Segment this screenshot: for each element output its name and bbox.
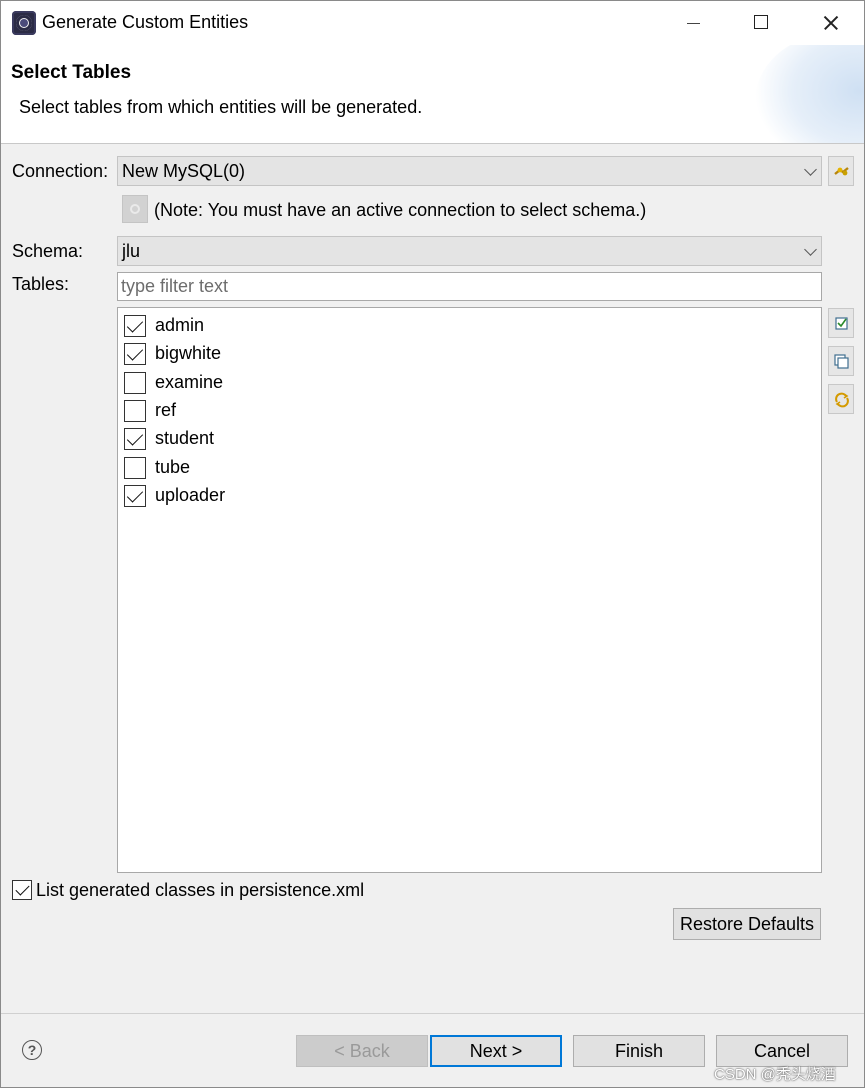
dialog-window: Generate Custom Entities Select Tables S… [0,0,865,1088]
reconnect-icon-button[interactable] [122,195,148,223]
title-bar: Generate Custom Entities [1,1,864,45]
plug-connect-icon [834,167,849,176]
schema-label: Schema: [12,241,84,261]
connection-label: Connection: [12,161,109,181]
table-checkbox[interactable] [124,315,146,337]
schema-value: jlu [122,241,141,261]
minimize-button[interactable] [657,1,727,45]
connect-button[interactable] [828,156,854,186]
table-filter-input[interactable] [117,272,822,301]
select-all-icon [835,317,848,330]
restore-defaults-button[interactable]: Restore Defaults [673,908,821,940]
persistence-checkbox[interactable] [12,880,32,900]
close-button[interactable] [795,1,864,45]
table-row[interactable]: uploader [124,483,804,511]
table-name: bigwhite [155,343,222,363]
help-icon[interactable]: ? [22,1040,42,1060]
tables-checklist[interactable]: admin bigwhite examine ref student tube … [117,307,822,873]
table-checkbox[interactable] [124,400,146,422]
refresh-icon [835,392,849,408]
footer-separator [1,1013,864,1014]
header-decoration [754,45,864,143]
table-row[interactable]: bigwhite [124,341,804,369]
table-row[interactable]: admin [124,313,804,341]
table-checkbox[interactable] [124,372,146,394]
page-description: Select tables from which entities will b… [19,97,423,117]
wizard-header: Select Tables Select tables from which e… [1,45,864,144]
eclipse-app-icon [12,11,36,35]
table-checkbox[interactable] [124,428,146,450]
window-title: Generate Custom Entities [42,12,249,32]
connection-value: New MySQL(0) [122,161,246,181]
table-name: uploader [155,485,226,505]
table-row[interactable]: ref [124,398,804,426]
watermark: CSDN @秃头烧酒 [714,1066,836,1083]
table-row[interactable]: examine [124,370,804,398]
table-name: ref [155,400,177,420]
page-title: Select Tables [11,62,132,83]
back-button[interactable]: < Back [296,1035,428,1067]
persistence-label: List generated classes in persistence.xm… [36,880,365,900]
table-checkbox[interactable] [124,485,146,507]
chevron-down-icon [804,243,817,256]
table-name: examine [155,372,224,392]
tables-label: Tables: [12,274,70,294]
finish-button[interactable]: Finish [573,1035,705,1067]
table-name: admin [155,315,205,335]
deselect-all-icon [834,354,849,369]
chevron-down-icon [804,163,817,176]
select-all-button[interactable] [828,308,854,338]
connection-select[interactable]: New MySQL(0) [117,156,822,186]
schema-select[interactable]: jlu [117,236,822,266]
deselect-all-button[interactable] [828,346,854,376]
table-row[interactable]: student [124,426,804,454]
table-checkbox[interactable] [124,343,146,365]
refresh-tables-button[interactable] [828,384,854,414]
table-name: tube [155,457,191,477]
connection-note: (Note: You must have an active connectio… [154,200,647,220]
table-checkbox[interactable] [124,457,146,479]
table-name: student [155,428,215,448]
maximize-button[interactable] [727,1,797,45]
next-button[interactable]: Next > [430,1035,562,1067]
table-row[interactable]: tube [124,455,804,483]
